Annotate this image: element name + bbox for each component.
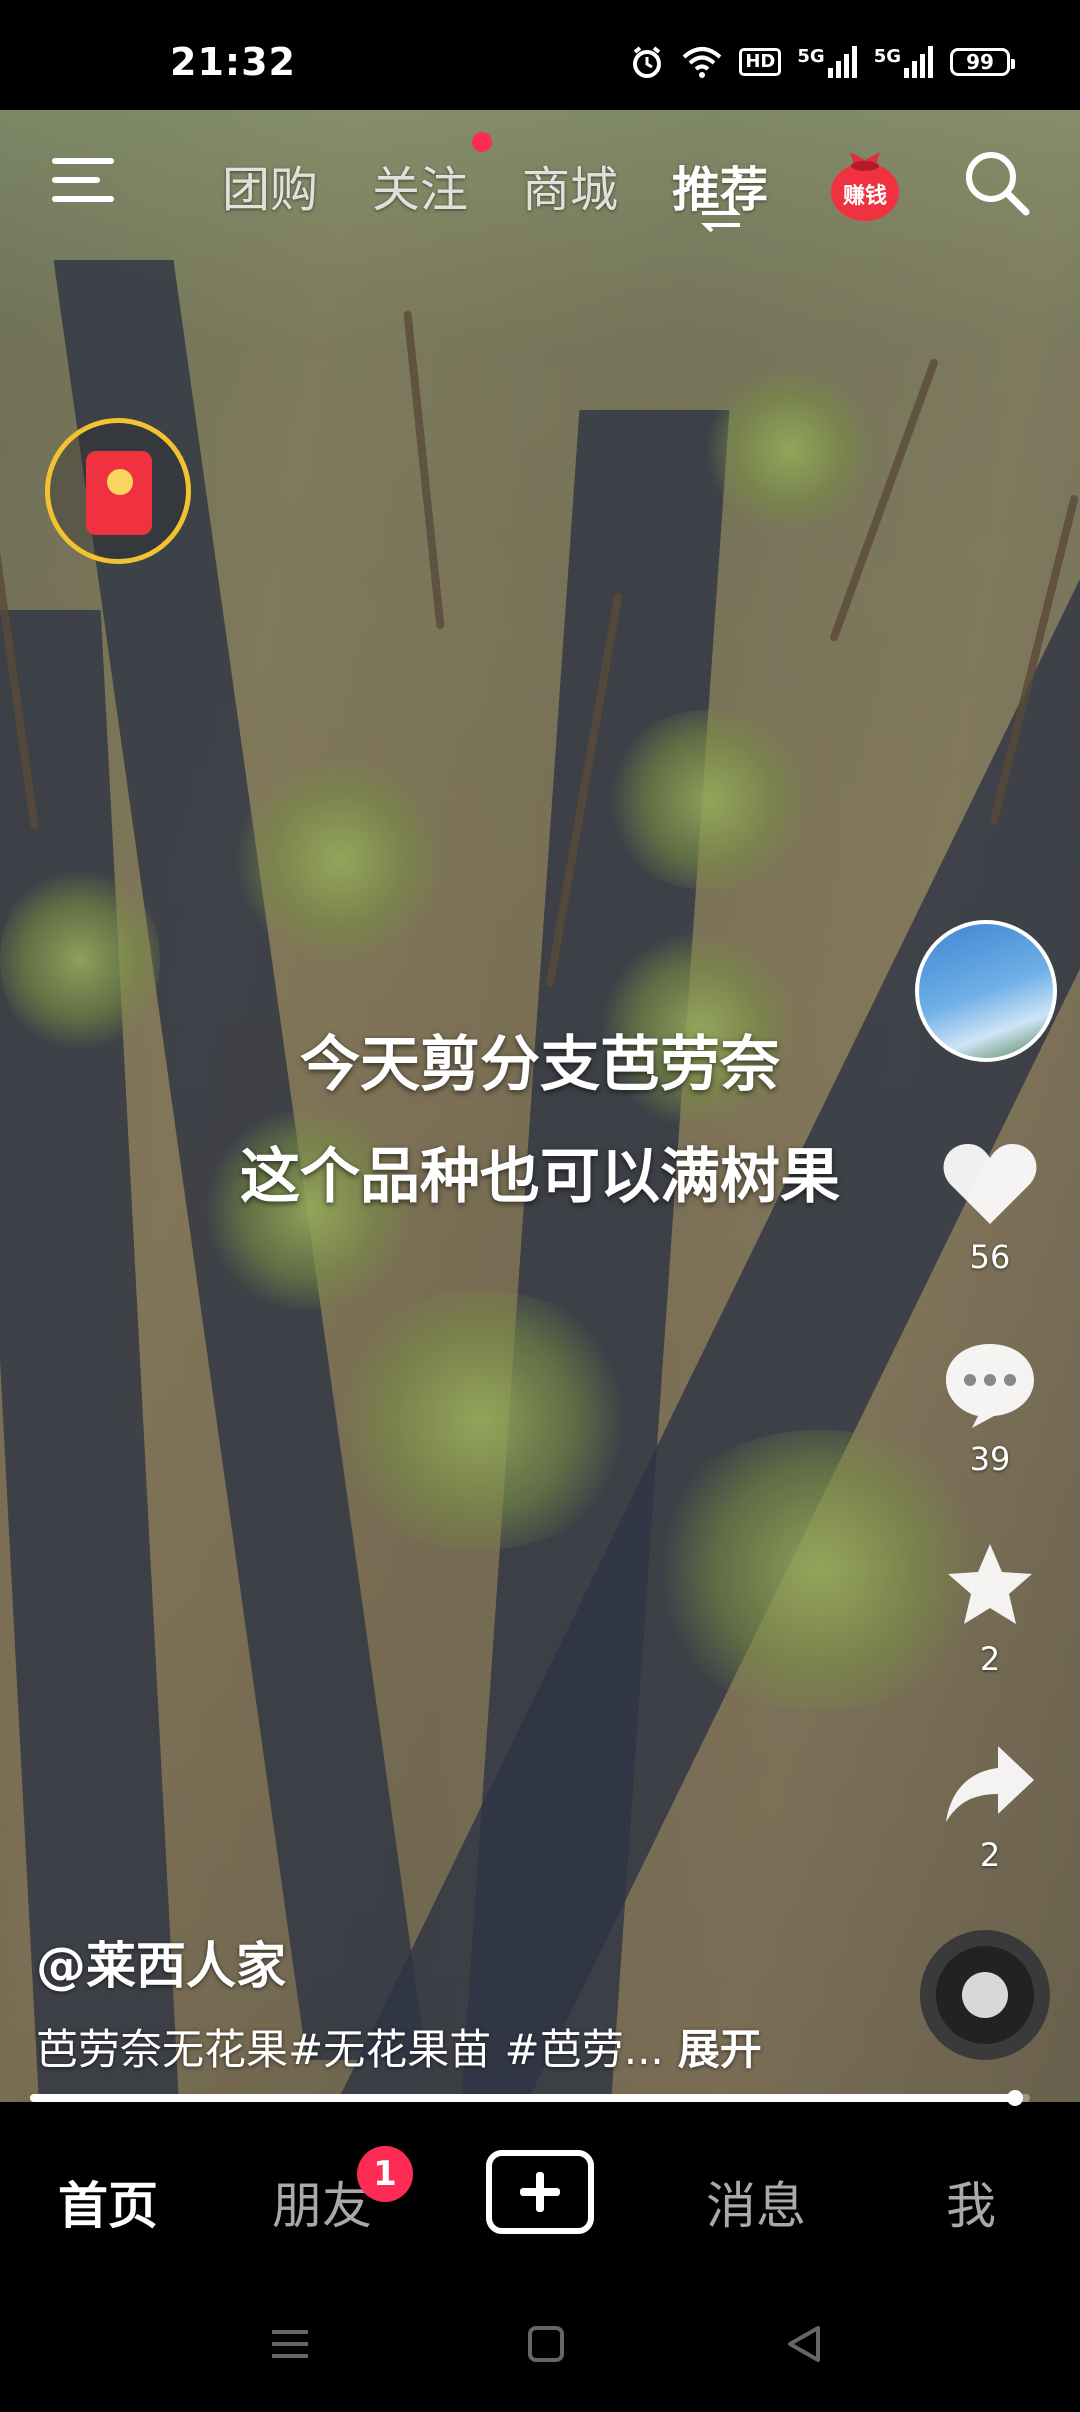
share-button[interactable]: 2 <box>930 1740 1050 1874</box>
star-icon <box>948 1544 1032 1624</box>
plant <box>600 710 820 890</box>
earn-label: 赚钱 <box>842 184 887 209</box>
plant <box>230 760 450 960</box>
coin-shape <box>107 469 133 495</box>
heart-icon <box>943 1144 1037 1224</box>
video-player[interactable] <box>0 110 1080 2102</box>
status-bar: 21:32 HD 5G 5G 99 <box>0 0 1080 110</box>
battery-icon: 99 <box>950 48 1015 76</box>
comment-button[interactable]: 39 <box>930 1340 1050 1478</box>
recent-apps-icon[interactable] <box>270 2324 310 2368</box>
progress-fill <box>30 2094 1015 2102</box>
tab-mall[interactable]: 商城 <box>522 150 618 220</box>
home-icon[interactable] <box>526 2324 566 2368</box>
top-nav: 团购 关注 商城 推荐 赚钱 <box>0 132 1080 222</box>
tab-following[interactable]: 关注 <box>372 150 468 220</box>
share-icon <box>946 1746 1034 1822</box>
network-label: 5G <box>873 46 901 67</box>
plus-icon <box>520 2172 560 2212</box>
tab-me[interactable]: 我 <box>946 2166 996 2238</box>
plant <box>700 370 880 530</box>
progress-knob[interactable] <box>1007 2090 1023 2106</box>
like-button[interactable]: 56 <box>930 1140 1050 1276</box>
clock: 21:32 <box>170 40 296 84</box>
bottom-tab-bar: 首页 朋友 1 消息 我 <box>0 2106 1080 2286</box>
5g-signal-icon: 5G <box>797 46 857 78</box>
comment-icon <box>946 1344 1034 1428</box>
comment-count: 39 <box>969 1440 1011 1478</box>
video-caption-line-1: 今天剪分支芭劳奈 <box>300 1030 780 1100</box>
video-progress-bar[interactable] <box>30 2090 1030 2106</box>
tab-home[interactable]: 首页 <box>58 2166 158 2238</box>
share-count: 2 <box>979 1836 1001 1874</box>
red-packet-icon[interactable] <box>45 418 191 564</box>
menu-icon[interactable] <box>52 154 114 206</box>
description-text: 芭劳奈无花果#无花果苗 #芭劳... <box>36 2025 664 2074</box>
author-name[interactable]: @莱西人家 <box>36 1926 286 1998</box>
network-label: 5G <box>797 46 825 67</box>
wifi-icon <box>681 45 723 79</box>
video-caption-line-2: 这个品种也可以满树果 <box>240 1142 840 1212</box>
hd-icon: HD <box>739 48 782 76</box>
friends-badge: 1 <box>357 2146 413 2202</box>
tree-trunk <box>403 310 445 630</box>
music-disc-cover <box>962 1972 1008 2018</box>
system-navigation-bar <box>0 2286 1080 2412</box>
plant <box>320 1290 640 1550</box>
author-avatar[interactable] <box>915 920 1057 1062</box>
search-icon[interactable] <box>962 148 1032 218</box>
earn-money-icon[interactable]: 赚钱 <box>828 142 902 222</box>
tab-group-buy[interactable]: 团购 <box>222 150 318 220</box>
back-icon[interactable] <box>784 2324 824 2368</box>
post-description: 芭劳奈无花果#无花果苗 #芭劳... 展开 <box>36 2016 762 2077</box>
following-notification-dot <box>472 132 492 152</box>
like-count: 56 <box>969 1238 1011 1276</box>
tab-messages[interactable]: 消息 <box>706 2166 806 2238</box>
music-disc-icon[interactable] <box>920 1930 1050 2060</box>
hd-label: HD <box>739 48 782 76</box>
refresh-icon <box>700 204 742 234</box>
expand-button[interactable]: 展开 <box>678 2025 762 2074</box>
create-post-button[interactable] <box>486 2150 594 2234</box>
status-icons: HD 5G 5G 99 <box>629 44 1015 80</box>
alarm-icon <box>629 44 665 80</box>
5g-signal-icon: 5G <box>874 46 934 78</box>
favorite-count: 2 <box>979 1640 1001 1678</box>
favorite-button[interactable]: 2 <box>930 1540 1050 1678</box>
